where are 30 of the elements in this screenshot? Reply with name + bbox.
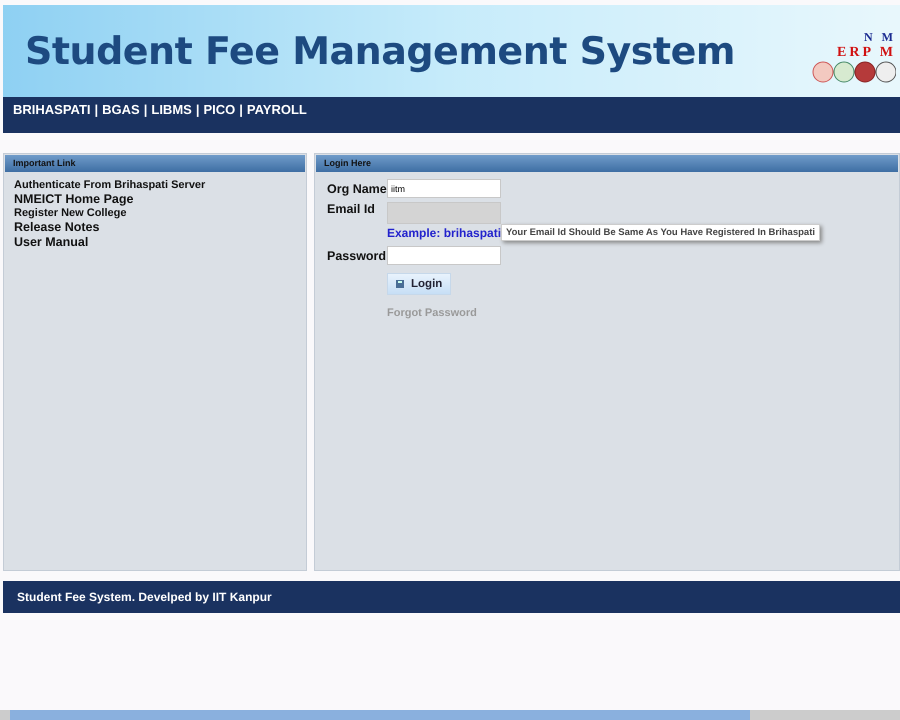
- important-link[interactable]: Register New College: [14, 207, 296, 219]
- important-link[interactable]: Release Notes: [14, 220, 296, 234]
- login-button[interactable]: Login: [387, 273, 452, 295]
- site-title: Student Fee Management System: [25, 29, 735, 73]
- tooltip: Your Email Id Should Be Same As You Have Registered In Brihaspati: [501, 224, 820, 241]
- seal-icon: [812, 60, 896, 82]
- important-link[interactable]: User Manual: [14, 235, 296, 249]
- separator-text: |: [239, 102, 243, 117]
- important-link[interactable]: Authenticate From Brihaspati Server: [14, 179, 296, 191]
- panel-header: Important Link: [5, 155, 305, 172]
- nav-link[interactable]: BGAS: [102, 102, 140, 117]
- save-icon: [396, 280, 404, 288]
- nav-link[interactable]: LIBMS: [151, 102, 192, 117]
- password-field[interactable]: [387, 246, 501, 265]
- important-link[interactable]: NMEICT Home Page: [14, 192, 296, 206]
- logo-text: N M: [864, 30, 896, 44]
- separator-text: |: [94, 102, 98, 117]
- nav-link[interactable]: BRIHASPATI: [13, 102, 91, 117]
- separator-text: |: [196, 102, 200, 117]
- horizontal-scrollbar[interactable]: [0, 710, 900, 720]
- org-name-field[interactable]: iitm: [387, 179, 501, 198]
- logo-text: ERP M: [837, 44, 896, 60]
- panel-header: Login Here: [316, 155, 898, 172]
- field-label: Email Id: [327, 202, 376, 216]
- nav-link[interactable]: PICO: [203, 102, 236, 117]
- separator-text: |: [144, 102, 148, 117]
- field-label: Password: [327, 248, 383, 262]
- example-text: Example: brihaspati: [387, 226, 502, 240]
- nav-link[interactable]: PAYROLL: [246, 102, 307, 117]
- footer-text: Student Fee System. Develped by IIT Kanpur: [17, 590, 272, 604]
